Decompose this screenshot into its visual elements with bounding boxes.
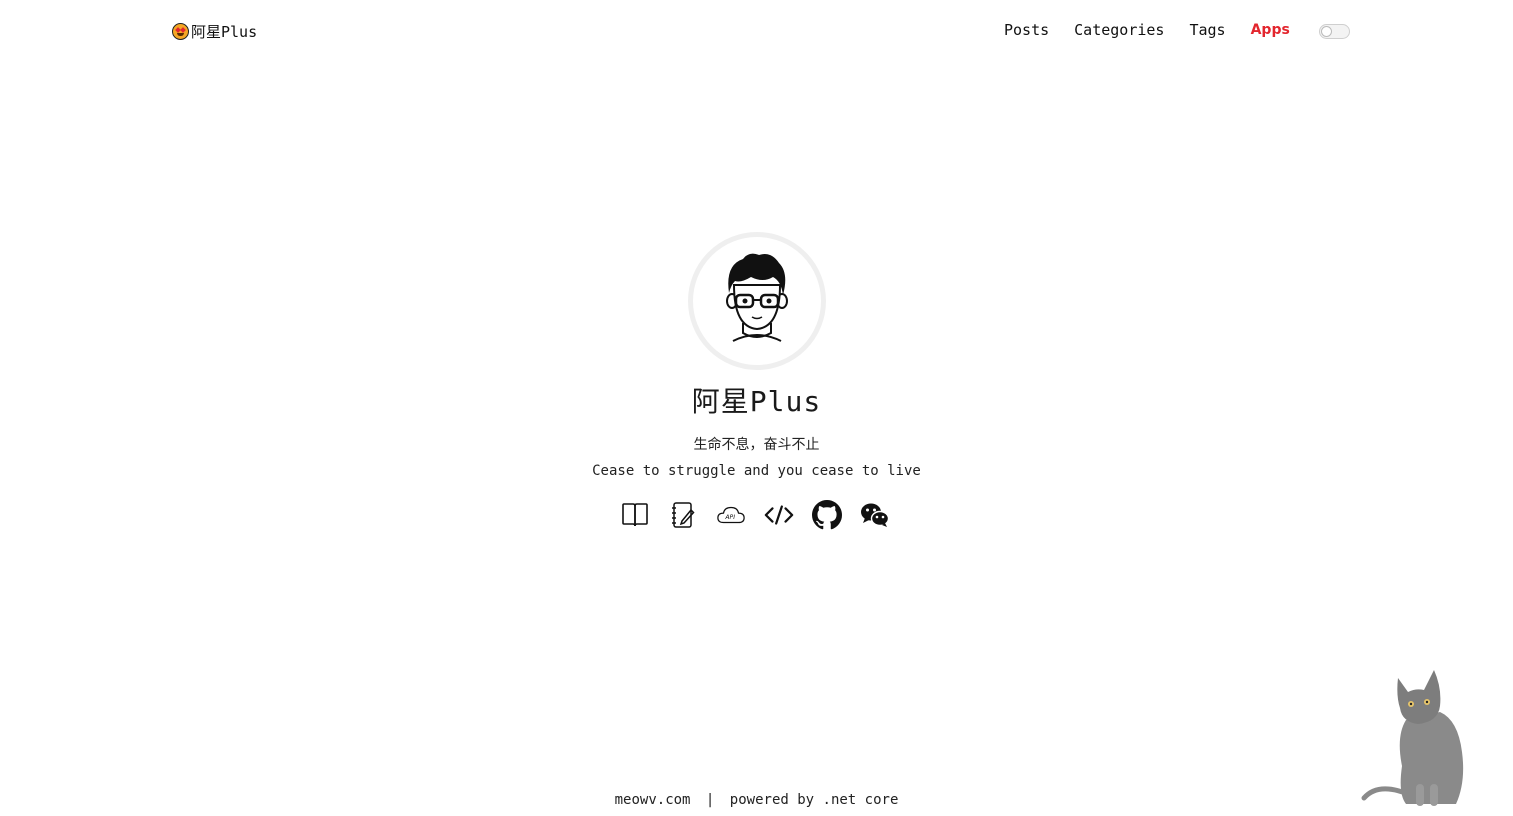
star-struck-emoji-icon	[172, 23, 189, 40]
github-icon[interactable]	[812, 500, 842, 530]
toggle-knob	[1321, 26, 1332, 37]
avatar	[688, 232, 826, 370]
nav-item-categories[interactable]: Categories	[1074, 21, 1164, 39]
book-icon[interactable]	[620, 500, 650, 530]
site-title: 阿星Plus	[691, 385, 822, 418]
nav-item-tags[interactable]: Tags	[1189, 21, 1225, 39]
site-footer: meowv.com | powered by .net core	[0, 792, 1513, 808]
footer-separator: |	[705, 792, 715, 808]
profile-links: API	[620, 500, 890, 530]
page: 阿星Plus Posts Categories Tags Apps 阿星Plus…	[0, 0, 1513, 816]
cat-mascot-icon[interactable]	[1358, 666, 1470, 811]
brand-name: 阿星Plus	[191, 23, 258, 41]
motto-chinese: 生命不息，奋斗不止	[693, 437, 820, 453]
motto-english: Cease to struggle and you cease to live	[592, 463, 921, 479]
theme-toggle[interactable]	[1319, 24, 1350, 39]
site-header: 阿星Plus Posts Categories Tags Apps	[0, 0, 1513, 64]
wechat-icon[interactable]	[860, 500, 890, 530]
code-icon[interactable]	[764, 500, 794, 530]
api-cloud-icon[interactable]: API	[716, 500, 746, 530]
avatar-cartoon-face	[726, 253, 788, 342]
svg-text:API: API	[724, 514, 735, 521]
footer-powered-by: powered by .net core	[729, 792, 899, 808]
footer-site-link[interactable]: meowv.com	[615, 792, 691, 808]
main-nav: Posts Categories Tags Apps	[1004, 21, 1315, 39]
brand-link[interactable]: 阿星Plus	[172, 21, 257, 42]
nav-item-apps[interactable]: Apps	[1251, 22, 1290, 38]
nav-item-posts[interactable]: Posts	[1004, 21, 1049, 39]
notebook-icon[interactable]	[668, 500, 698, 530]
